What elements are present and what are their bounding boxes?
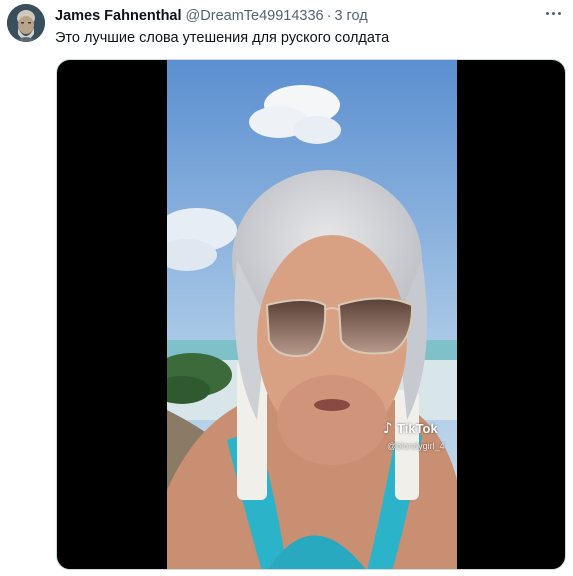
avatar-image bbox=[7, 4, 45, 42]
tiktok-username: @blondygirl_4 bbox=[387, 441, 445, 451]
video-thumbnail bbox=[167, 60, 457, 569]
separator-dot: · bbox=[326, 8, 332, 24]
tiktok-note-icon: ♪ bbox=[383, 419, 393, 437]
tweet[interactable]: James Fahnenthal @DreamTe49914336 · 3 год … bbox=[0, 0, 573, 576]
author-handle[interactable]: @DreamTe49914336 bbox=[186, 8, 324, 24]
tweet-text: Это лучшие слова утешения для руского со… bbox=[55, 30, 390, 46]
author-name[interactable]: James Fahnenthal bbox=[55, 8, 182, 24]
video-player[interactable]: ♪ TikTok @blondygirl_4 bbox=[56, 59, 566, 570]
tiktok-brand: TikTok bbox=[397, 421, 438, 436]
timestamp[interactable]: 3 год bbox=[334, 8, 367, 24]
more-options-button[interactable] bbox=[541, 4, 565, 24]
tweet-header: James Fahnenthal @DreamTe49914336 · 3 год bbox=[55, 6, 368, 26]
tiktok-watermark: ♪ TikTok bbox=[383, 419, 438, 438]
avatar[interactable] bbox=[7, 4, 45, 42]
video-frame bbox=[167, 60, 457, 569]
